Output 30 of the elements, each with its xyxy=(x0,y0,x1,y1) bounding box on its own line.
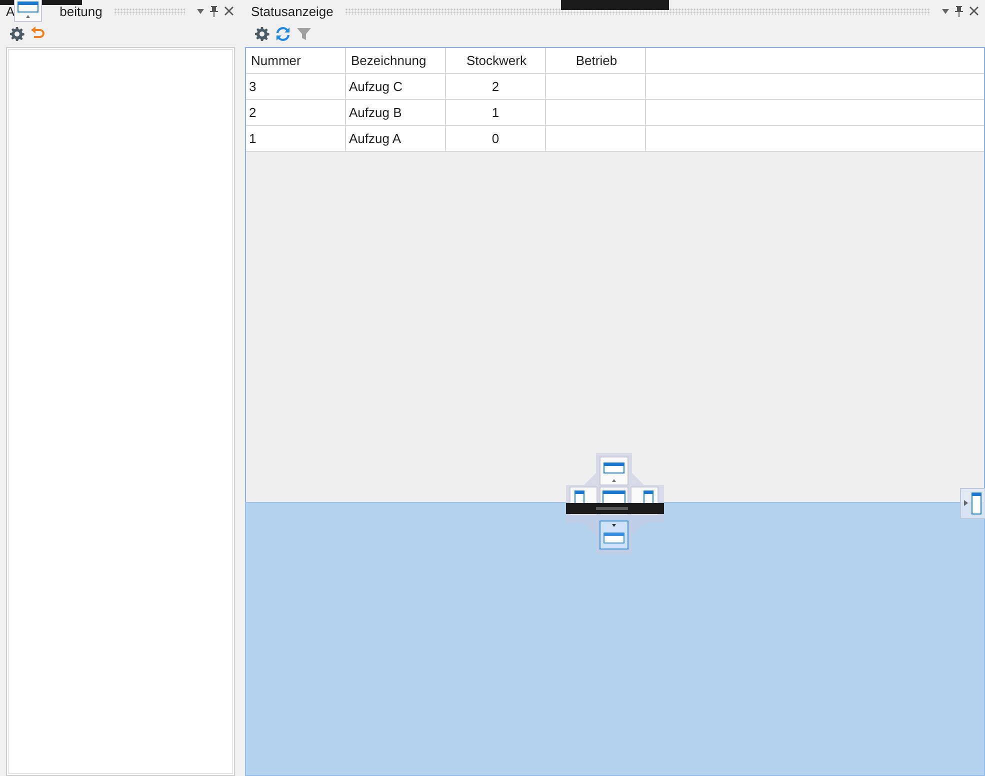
table-cell: 2 xyxy=(246,100,346,125)
close-icon[interactable] xyxy=(969,6,979,16)
pane-title: A xyxy=(6,4,15,18)
dropdown-icon[interactable] xyxy=(197,8,204,14)
settings-icon[interactable] xyxy=(9,26,25,42)
table-cell: 1 xyxy=(446,100,546,125)
dock-top-icon[interactable] xyxy=(14,0,42,22)
settings-icon[interactable] xyxy=(254,26,270,42)
column-header[interactable]: Betrieb xyxy=(546,48,646,73)
close-icon[interactable] xyxy=(224,6,234,16)
column-header[interactable]: Stockwerk xyxy=(446,48,546,73)
pane-title: Statusanzeige xyxy=(251,4,334,18)
table-cell: Aufzug B xyxy=(346,100,446,125)
table-cell: 0 xyxy=(446,126,546,151)
table-cell: 3 xyxy=(246,74,346,99)
table-cell: Aufzug C xyxy=(346,74,446,99)
drag-grip[interactable] xyxy=(345,8,930,14)
table-cell: Aufzug A xyxy=(346,126,446,151)
dock-right-icon[interactable] xyxy=(960,488,985,519)
table-cell: 2 xyxy=(446,74,546,99)
pane-title: beitung xyxy=(60,4,102,18)
column-header[interactable]: Bezeichnung xyxy=(346,48,446,73)
refresh-icon[interactable] xyxy=(275,26,291,42)
table-cell: 1 xyxy=(246,126,346,151)
dropdown-icon[interactable] xyxy=(942,8,949,14)
dock-guide-drawing[interactable] xyxy=(566,453,664,554)
column-header[interactable]: Nummer xyxy=(246,48,346,73)
pin-icon[interactable] xyxy=(210,6,218,16)
pin-icon[interactable] xyxy=(955,6,963,16)
drag-grip[interactable] xyxy=(114,8,185,14)
